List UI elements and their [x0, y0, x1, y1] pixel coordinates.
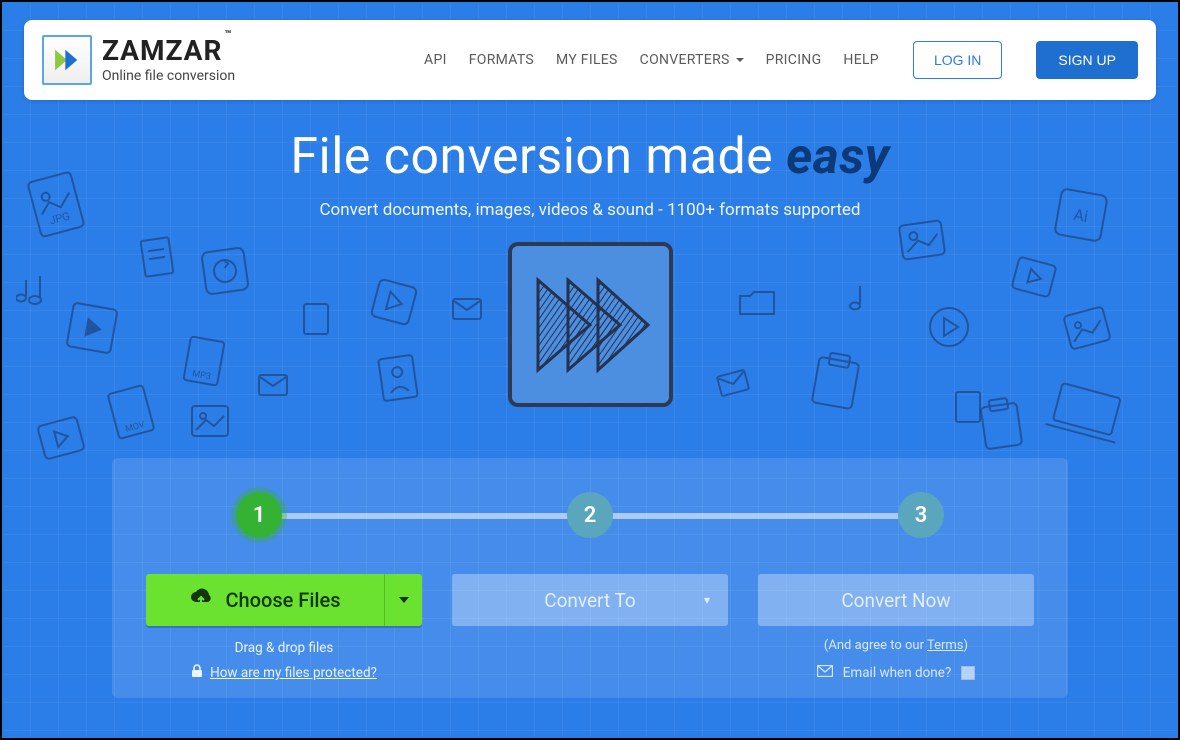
step-3: 3: [898, 492, 944, 538]
mail-icon: [817, 665, 833, 681]
navbar: ZAMZAR™ Online file conversion API FORMA…: [24, 20, 1156, 100]
nav-formats[interactable]: FORMATS: [469, 52, 534, 68]
svg-text:MOV: MOV: [124, 420, 146, 435]
hero-subtitle: Convert documents, images, videos & soun…: [2, 200, 1178, 220]
nav-pricing[interactable]: PRICING: [766, 52, 822, 68]
hero-fastforward-icon: [508, 242, 673, 407]
choose-files-label: Choose Files: [225, 588, 340, 612]
hero: File conversion made easy Convert docume…: [2, 128, 1178, 407]
file-protection-link[interactable]: How are my files protected?: [210, 665, 377, 681]
step-indicator: 1 2 3: [246, 492, 934, 540]
nav-converters[interactable]: CONVERTERS: [640, 52, 744, 68]
brand-tagline: Online file conversion: [102, 69, 235, 83]
convert-to-label: Convert To: [544, 589, 636, 612]
cloud-upload-icon: [189, 588, 213, 613]
drag-drop-hint: Drag & drop files: [146, 640, 422, 656]
brand-name: ZAMZAR™: [102, 37, 235, 65]
convert-now-label: Convert Now: [841, 589, 950, 612]
caret-down-icon: [399, 597, 409, 603]
choose-files-button[interactable]: Choose Files: [146, 574, 384, 626]
hero-title: File conversion made easy: [2, 128, 1178, 186]
sketch-image-icon: [190, 404, 230, 438]
convert-to-dropdown[interactable]: Convert To ▾: [452, 574, 728, 626]
logo[interactable]: ZAMZAR™ Online file conversion: [42, 35, 235, 85]
convert-now-button[interactable]: Convert Now: [758, 574, 1034, 626]
converter-panel: 1 2 3 Choose Files Drag & drop files How…: [112, 458, 1068, 698]
logo-mark-icon: [42, 35, 92, 85]
sketch-play3-icon: [34, 413, 89, 464]
terms-link[interactable]: Terms: [927, 638, 964, 653]
login-button[interactable]: LOG IN: [913, 41, 1002, 79]
nav-api[interactable]: API: [424, 52, 447, 68]
choose-files-dropdown[interactable]: [384, 574, 422, 626]
email-when-done-checkbox[interactable]: [961, 666, 975, 680]
nav-links: API FORMATS MY FILES CONVERTERS PRICING …: [424, 41, 1138, 79]
caret-down-icon: ▾: [704, 593, 710, 607]
nav-my-files[interactable]: MY FILES: [556, 52, 618, 68]
step-1: 1: [236, 492, 282, 538]
email-when-done-label: Email when done?: [843, 665, 952, 681]
step-2: 2: [567, 492, 613, 538]
signup-button[interactable]: SIGN UP: [1036, 41, 1138, 79]
choose-files-group: Choose Files: [146, 574, 422, 626]
terms-text: (And agree to our Terms): [758, 638, 1034, 653]
lock-icon: [191, 664, 203, 682]
nav-help[interactable]: HELP: [843, 52, 879, 68]
